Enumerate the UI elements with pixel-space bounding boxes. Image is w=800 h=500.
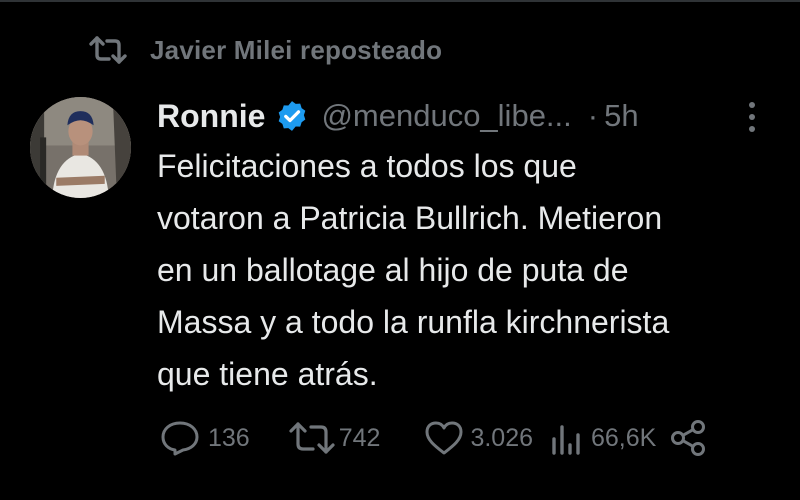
verified-badge-icon[interactable] <box>275 99 309 133</box>
post-text-line: en un ballotage al hijo de puta de <box>157 252 629 288</box>
repost-icon <box>289 422 335 454</box>
post-text-line: Felicitaciones a todos los que <box>157 148 577 184</box>
post-text-line: Massa y a todo la runfla kirchnerista <box>157 304 670 340</box>
author-handle[interactable]: @menduco_libe... <box>321 98 571 134</box>
views-button[interactable]: 66,6K <box>549 421 656 455</box>
reply-button[interactable]: 136 <box>160 420 250 456</box>
reply-count: 136 <box>208 423 250 452</box>
share-icon <box>671 420 706 456</box>
reply-icon <box>161 421 199 456</box>
view-count: 66,6K <box>591 423 657 452</box>
post-header: Ronnie @menduco_libe... · 5h <box>157 92 639 140</box>
heart-icon <box>425 421 463 455</box>
more-options-icon[interactable] <box>740 100 764 134</box>
avatar-photo <box>30 97 131 198</box>
repost-button[interactable]: 742 <box>288 421 381 455</box>
post-text-line: votaron a Patricia Bullrich. Metieron <box>157 200 663 236</box>
repost-count: 742 <box>338 423 381 452</box>
post-text: Felicitaciones a todos los que votaron a… <box>157 140 787 400</box>
repost-label: Javier Milei reposteado <box>150 34 443 65</box>
top-divider <box>0 0 800 2</box>
header-separator: · <box>587 98 599 133</box>
share-button[interactable] <box>668 418 708 458</box>
like-button[interactable]: 3.026 <box>424 420 533 456</box>
views-icon <box>552 425 580 455</box>
repost-context[interactable]: Javier Milei reposteado <box>88 30 442 70</box>
action-bar: 136 742 3.026 66,6K <box>160 416 708 460</box>
post-text-line: que tiene atrás. <box>157 356 378 392</box>
post-timestamp[interactable]: 5h <box>604 98 638 134</box>
like-count: 3.026 <box>470 423 533 452</box>
author-name[interactable]: Ronnie <box>157 98 265 135</box>
avatar[interactable] <box>30 97 131 198</box>
repost-icon <box>89 36 127 64</box>
